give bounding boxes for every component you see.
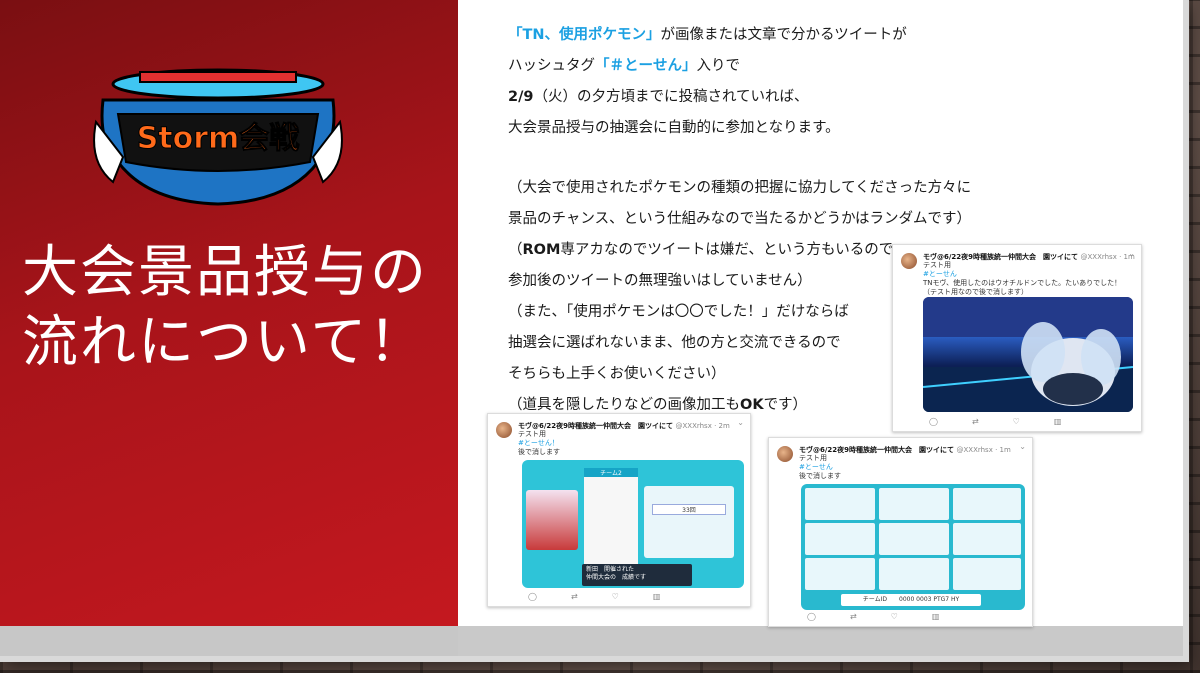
retweet-icon: ⇄: [849, 612, 857, 621]
team-id: チームID 0000 0003 PTG7 HY: [841, 594, 981, 606]
team-list: チーム2: [584, 468, 638, 568]
right-footer-band: [458, 626, 1183, 656]
reply-icon: ◯: [929, 417, 938, 426]
stats-icon: ▥: [1053, 417, 1062, 426]
left-panel: Storm会戦 大会景品授与の 流れについて！: [0, 0, 458, 626]
line-3: 2/9（火）の夕方頃までに投稿されていれば、: [508, 89, 809, 105]
avatar: [496, 422, 512, 438]
left-footer-band: [0, 626, 458, 656]
like-icon: ♡: [611, 592, 619, 601]
tweet-text: テスト用 #とーせん！ 後で消します: [518, 430, 560, 456]
tweet-card-1[interactable]: モヴ@6/22夜9時種族統一仲間大会 園ツイにて @XXXrhsx · 1m ⌄…: [892, 244, 1142, 432]
like-icon: ♡: [890, 612, 898, 621]
stats-panel: 33回: [644, 486, 734, 558]
line-1: 「TN、使用ポケモン」が画像または文章で分かるツイートが: [508, 27, 907, 43]
page-title: 大会景品授与の 流れについて！: [22, 240, 428, 375]
tweet-text: テスト用 #とーせん TNモヴ、使用したのはウオチルドンでした。たいありでした！…: [923, 261, 1122, 296]
tweet-card-2[interactable]: モヴ@6/22夜9時種族統一仲間大会 園ツイにて @XXXrhsx · 2m ⌄…: [487, 413, 751, 607]
storm-kaisen-logo: Storm会戦: [93, 68, 343, 206]
tweet-image-team-grid[interactable]: チームID 0000 0003 PTG7 HY: [801, 484, 1025, 610]
trainer-portrait: [526, 490, 578, 550]
tweet-image-battle[interactable]: [923, 297, 1133, 412]
like-icon: ♡: [1012, 417, 1020, 426]
tweet-card-3[interactable]: モヴ@6/22夜9時種族統一仲間大会 園ツイにて @XXXrhsx · 1m ⌄…: [768, 437, 1033, 627]
line-2: ハッシュタグ「＃とーせん」入りで: [508, 58, 740, 74]
logo-text: Storm会戦: [137, 121, 300, 156]
tweet-actions[interactable]: ◯ ⇄ ♡ ▥: [807, 612, 939, 621]
stats-icon: ▥: [652, 592, 661, 601]
line-4: 大会景品授与の抽選会に自動的に参加となります。: [508, 120, 840, 136]
avatar: [901, 253, 917, 269]
battle-scene: [923, 297, 1133, 412]
chevron-down-icon[interactable]: ⌄: [1019, 442, 1026, 451]
tweet-actions[interactable]: ◯ ⇄ ♡ ▥: [528, 592, 660, 601]
reply-icon: ◯: [807, 612, 816, 621]
retweet-icon: ⇄: [971, 417, 979, 426]
chevron-down-icon[interactable]: ⌄: [1128, 249, 1135, 258]
tweet-image-team[interactable]: チーム2 33回 新田 開催された 仲間大会の 成績です: [522, 460, 744, 588]
caption-box: 新田 開催された 仲間大会の 成績です: [582, 564, 692, 586]
retweet-icon: ⇄: [570, 592, 578, 601]
line-5: （大会で使用されたポケモンの種類の把握に協力してくださった方々に: [508, 180, 972, 196]
avatar: [777, 446, 793, 462]
reply-icon: ◯: [528, 592, 537, 601]
team-slots: [805, 488, 1021, 590]
chevron-down-icon[interactable]: ⌄: [737, 418, 744, 427]
slide: Storm会戦 大会景品授与の 流れについて！ 「TN、使用ポケモン」が画像また…: [0, 0, 1183, 656]
line-6: 景品のチャンス、という仕組みなので当たるかどうかはランダムです）: [508, 211, 971, 227]
tweet-actions[interactable]: ◯ ⇄ ♡ ▥: [929, 417, 1061, 426]
tweet-text: テスト用 #とーせん 後で消します: [799, 454, 841, 480]
stats-icon: ▥: [931, 612, 940, 621]
